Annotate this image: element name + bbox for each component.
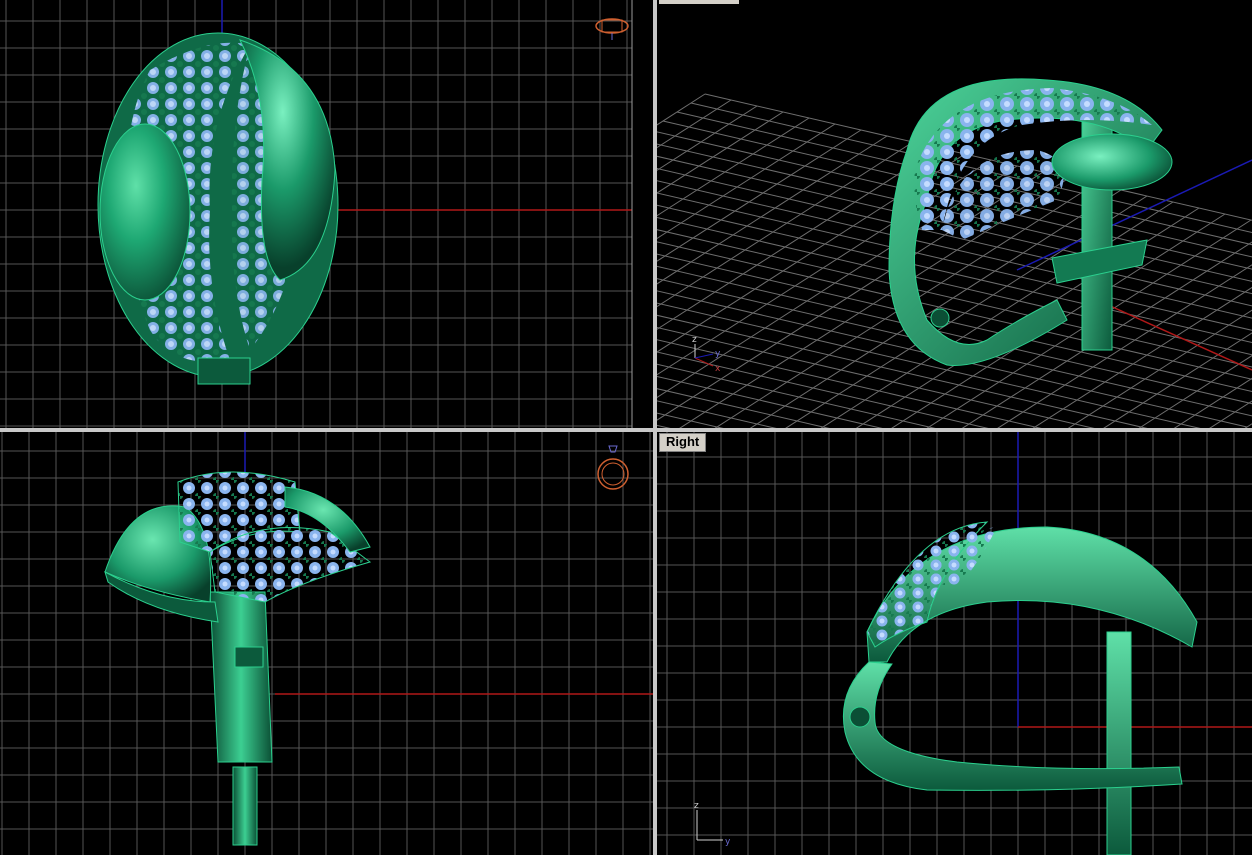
top-view-canvas	[0, 0, 633, 428]
axis-label-z: z	[694, 801, 699, 811]
grid-front	[0, 432, 653, 855]
grid-line	[657, 412, 724, 428]
viewport-front[interactable]	[0, 432, 653, 855]
axis-label-x: x	[715, 364, 721, 374]
perspective-view-canvas: z y x	[657, 78, 1252, 428]
grid-right	[657, 432, 1252, 855]
view-icon-top[interactable]	[595, 18, 629, 40]
grid-line	[657, 290, 1248, 428]
right-view-canvas: z y	[657, 432, 1252, 855]
grid-line	[657, 265, 1252, 405]
axis-label-y: y	[715, 349, 721, 359]
ring-model-front[interactable]	[104, 471, 372, 846]
grid-line	[657, 180, 1252, 319]
grid-line	[657, 400, 777, 428]
viewport-right[interactable]: z y Right	[657, 432, 1252, 855]
viewport-label-right[interactable]: Right	[659, 433, 707, 452]
axis-label-z: z	[692, 335, 697, 345]
front-view-canvas	[0, 432, 653, 855]
grid-line	[657, 400, 1009, 428]
grid-line	[657, 117, 810, 217]
grid-line	[657, 391, 1023, 428]
ring-model-right[interactable]	[842, 521, 1198, 855]
grid-line	[657, 278, 1252, 417]
viewport-perspective[interactable]: z y x	[657, 0, 1252, 428]
ring-model-perspective[interactable]	[888, 78, 1173, 366]
viewport-top[interactable]	[0, 0, 653, 428]
grid-line	[657, 373, 1051, 428]
axis-label-y: y	[725, 837, 731, 847]
ring-model-top[interactable]	[97, 32, 339, 385]
